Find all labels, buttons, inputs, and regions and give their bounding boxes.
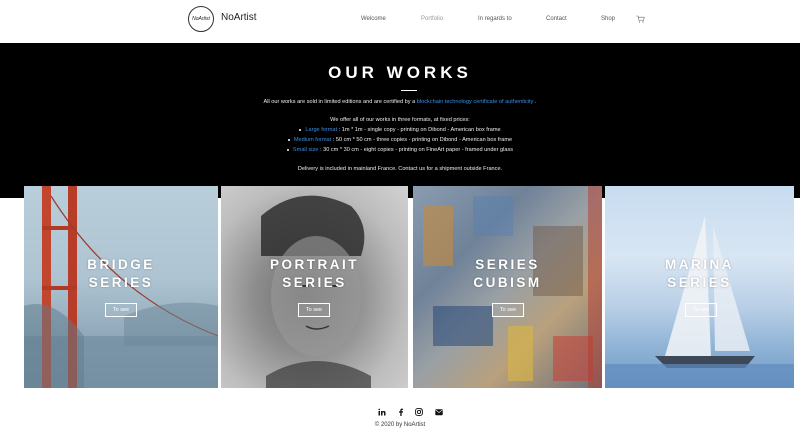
logo[interactable]: NoArtist [188,6,214,32]
portrait-series-card[interactable]: PORTRAIT SERIES To see [221,186,408,388]
title-line-1: PORTRAIT [270,257,359,272]
bullet [299,128,302,131]
format-medium: Medium format : 50 cm * 50 cm - three co… [0,137,800,143]
intro-after: . [533,99,537,105]
card-title: SERIES CUBISM [413,256,602,292]
format-small-desc: : 30 cm * 30 cm - eight copies - printin… [318,147,514,153]
nav-in-regards-to[interactable]: In regards to [478,16,512,22]
card-title: BRIDGE SERIES [24,256,218,292]
format-large: Large format : 1m * 1m - single copy - p… [0,127,800,133]
site-header: NoArtist NoArtist Welcome Portfolio In r… [0,0,800,43]
format-medium-link[interactable]: Medium format [294,137,331,143]
brand-name[interactable]: NoArtist [221,12,257,23]
intro-before: All our works are sold in limited editio… [263,99,417,105]
delivery-text: Delivery is included in mainland France.… [297,166,503,172]
logo-text: NoArtist [192,16,210,22]
format-small: Small size : 30 cm * 30 cm - eight copie… [0,147,800,153]
title-line-1: SERIES [475,257,540,272]
title-line-1: BRIDGE [87,257,155,272]
title-divider [401,90,417,91]
formats-intro: We offer all of our works in three forma… [330,117,470,123]
mail-icon[interactable] [435,408,443,416]
linkedin-icon[interactable] [378,408,386,416]
works-title: OUR WORKS [328,63,472,82]
facebook-icon[interactable] [397,408,405,416]
nav-contact[interactable]: Contact [546,16,567,22]
to-see-button[interactable]: To see [492,303,524,317]
title-line-2: SERIES [667,275,732,290]
bullet [286,148,289,151]
format-small-link[interactable]: Small size [293,147,319,153]
bridge-series-card[interactable]: BRIDGE SERIES To see [24,186,218,388]
title-line-1: MARINA [665,257,734,272]
nav-welcome[interactable]: Welcome [361,16,386,22]
card-title: MARINA SERIES [605,256,794,292]
marina-series-card[interactable]: MARINA SERIES To see [605,186,794,388]
certificate-link[interactable]: blockchain technology certificate of aut… [417,99,534,105]
title-line-2: SERIES [88,275,154,290]
to-see-button[interactable]: To see [105,303,137,317]
copyright: © 2020 by NoArtist [374,422,426,428]
works-section: OUR WORKS All our works are sold in limi… [0,43,800,198]
bullet [287,138,290,141]
card-title: PORTRAIT SERIES [221,256,408,292]
intro-text: All our works are sold in limited editio… [0,99,800,105]
title-line-2: SERIES [282,275,347,290]
format-medium-desc: : 50 cm * 50 cm - three copies - printin… [331,137,513,143]
format-large-desc: : 1m * 1m - single copy - printing on Di… [337,127,501,133]
format-large-link[interactable]: Large format [305,127,337,133]
nav-shop[interactable]: Shop [601,16,615,22]
to-see-button[interactable]: To see [685,303,717,317]
to-see-button[interactable]: To see [298,303,330,317]
cubism-series-card[interactable]: SERIES CUBISM To see [413,186,602,388]
cart-icon[interactable] [636,15,645,23]
nav-portfolio[interactable]: Portfolio [421,16,443,22]
instagram-icon[interactable] [415,408,423,416]
title-line-2: CUBISM [473,275,542,290]
